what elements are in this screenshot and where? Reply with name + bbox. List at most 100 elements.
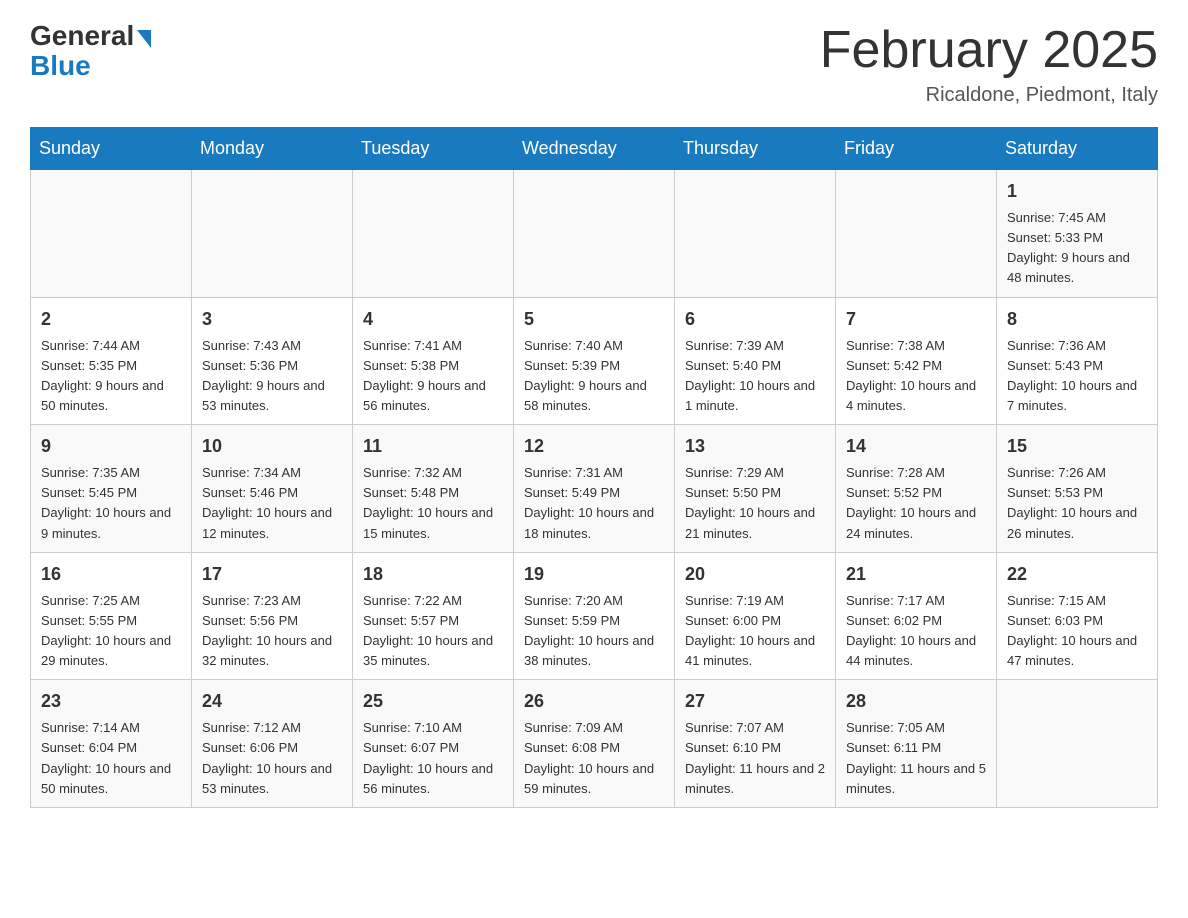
day-number: 12 (524, 433, 664, 460)
calendar-week-row: 1Sunrise: 7:45 AMSunset: 5:33 PMDaylight… (31, 170, 1158, 298)
col-monday: Monday (192, 128, 353, 170)
logo-general-text: General (30, 20, 134, 52)
table-row: 21 Sunrise: 7:17 AMSunset: 6:02 PMDayligh… (836, 552, 997, 680)
day-info: Sunrise: 7:14 AMSunset: 6:04 PMDaylight:… (41, 718, 181, 799)
table-row: 27Sunrise: 7:07 AMSunset: 6:10 PMDayligh… (675, 680, 836, 808)
day-info: Sunrise: 7:32 AMSunset: 5:48 PMDaylight:… (363, 463, 503, 544)
col-tuesday: Tuesday (353, 128, 514, 170)
table-row: 6 Sunrise: 7:39 AMSunset: 5:40 PMDaylight… (675, 297, 836, 425)
title-section: February 2025 Ricaldone, Piedmont, Italy (820, 20, 1158, 107)
table-row: 24 Sunrise: 7:12 AMSunset: 6:06 PMDayligh… (192, 680, 353, 808)
day-number: 21 (846, 561, 986, 588)
day-number: 22 (1007, 561, 1147, 588)
day-number: 20 (685, 561, 825, 588)
col-friday: Friday (836, 128, 997, 170)
day-number: 17 (202, 561, 342, 588)
location-subtitle: Ricaldone, Piedmont, Italy (820, 84, 1158, 107)
table-row (31, 170, 192, 298)
day-number: 8 (1007, 306, 1147, 333)
day-info: Sunrise: 7:20 AMSunset: 5:59 PMDaylight:… (524, 591, 664, 672)
day-info: Sunrise: 7:26 AMSunset: 5:53 PMDaylight:… (1007, 463, 1147, 544)
table-row: 11 Sunrise: 7:32 AMSunset: 5:48 PMDayligh… (353, 425, 514, 553)
day-info: Sunrise: 7:23 AMSunset: 5:56 PMDaylight:… (202, 591, 342, 672)
day-number: 18 (363, 561, 503, 588)
table-row: 14 Sunrise: 7:28 AMSunset: 5:52 PMDayligh… (836, 425, 997, 553)
day-info: Sunrise: 7:36 AMSunset: 5:43 PMDaylight:… (1007, 336, 1147, 417)
day-number: 25 (363, 688, 503, 715)
day-info: Sunrise: 7:39 AMSunset: 5:40 PMDaylight:… (685, 336, 825, 417)
day-number: 13 (685, 433, 825, 460)
table-row: 20 Sunrise: 7:19 AMSunset: 6:00 PMDayligh… (675, 552, 836, 680)
day-info: Sunrise: 7:25 AMSunset: 5:55 PMDaylight:… (41, 591, 181, 672)
table-row: 12 Sunrise: 7:31 AMSunset: 5:49 PMDayligh… (514, 425, 675, 553)
day-number: 3 (202, 306, 342, 333)
day-info: Sunrise: 7:31 AMSunset: 5:49 PMDaylight:… (524, 463, 664, 544)
day-info: Sunrise: 7:34 AMSunset: 5:46 PMDaylight:… (202, 463, 342, 544)
day-number: 2 (41, 306, 181, 333)
day-number: 28 (846, 688, 986, 715)
table-row: 2 Sunrise: 7:44 AMSunset: 5:35 PMDaylight… (31, 297, 192, 425)
day-number: 27 (685, 688, 825, 715)
day-number: 5 (524, 306, 664, 333)
table-row: 28 Sunrise: 7:05 AMSunset: 6:11 PMDayligh… (836, 680, 997, 808)
day-number: 15 (1007, 433, 1147, 460)
table-row: 5 Sunrise: 7:40 AMSunset: 5:39 PMDaylight… (514, 297, 675, 425)
day-info: Sunrise: 7:38 AMSunset: 5:42 PMDaylight:… (846, 336, 986, 417)
day-number: 23 (41, 688, 181, 715)
day-number: 11 (363, 433, 503, 460)
day-number: 4 (363, 306, 503, 333)
table-row: 9 Sunrise: 7:35 AMSunset: 5:45 PMDaylight… (31, 425, 192, 553)
table-row (675, 170, 836, 298)
day-number: 16 (41, 561, 181, 588)
day-info: Sunrise: 7:35 AMSunset: 5:45 PMDaylight:… (41, 463, 181, 544)
day-info: Sunrise: 7:43 AMSunset: 5:36 PMDaylight:… (202, 336, 342, 417)
logo-arrow-icon (137, 30, 151, 48)
table-row: 22 Sunrise: 7:15 AMSunset: 6:03 PMDayligh… (997, 552, 1158, 680)
table-row (514, 170, 675, 298)
table-row: 15 Sunrise: 7:26 AMSunset: 5:53 PMDayligh… (997, 425, 1158, 553)
day-info: Sunrise: 7:09 AMSunset: 6:08 PMDaylight:… (524, 718, 664, 799)
table-row (353, 170, 514, 298)
day-info: Sunrise: 7:45 AMSunset: 5:33 PMDaylight:… (1007, 208, 1147, 289)
day-info: Sunrise: 7:10 AMSunset: 6:07 PMDaylight:… (363, 718, 503, 799)
day-info: Sunrise: 7:29 AMSunset: 5:50 PMDaylight:… (685, 463, 825, 544)
logo-blue-text: Blue (30, 50, 91, 82)
day-number: 9 (41, 433, 181, 460)
day-number: 14 (846, 433, 986, 460)
calendar-week-row: 16 Sunrise: 7:25 AMSunset: 5:55 PMDayligh… (31, 552, 1158, 680)
table-row: 13 Sunrise: 7:29 AMSunset: 5:50 PMDayligh… (675, 425, 836, 553)
calendar-week-row: 9 Sunrise: 7:35 AMSunset: 5:45 PMDaylight… (31, 425, 1158, 553)
day-number: 26 (524, 688, 664, 715)
calendar-week-row: 2 Sunrise: 7:44 AMSunset: 5:35 PMDaylight… (31, 297, 1158, 425)
calendar-week-row: 23 Sunrise: 7:14 AMSunset: 6:04 PMDayligh… (31, 680, 1158, 808)
calendar-header-row: Sunday Monday Tuesday Wednesday Thursday… (31, 128, 1158, 170)
col-wednesday: Wednesday (514, 128, 675, 170)
day-info: Sunrise: 7:05 AMSunset: 6:11 PMDaylight:… (846, 718, 986, 799)
table-row (192, 170, 353, 298)
day-number: 6 (685, 306, 825, 333)
day-info: Sunrise: 7:28 AMSunset: 5:52 PMDaylight:… (846, 463, 986, 544)
day-info: Sunrise: 7:44 AMSunset: 5:35 PMDaylight:… (41, 336, 181, 417)
table-row: 18 Sunrise: 7:22 AMSunset: 5:57 PMDayligh… (353, 552, 514, 680)
table-row: 3 Sunrise: 7:43 AMSunset: 5:36 PMDaylight… (192, 297, 353, 425)
day-info: Sunrise: 7:17 AMSunset: 6:02 PMDaylight:… (846, 591, 986, 672)
day-info: Sunrise: 7:19 AMSunset: 6:00 PMDaylight:… (685, 591, 825, 672)
day-number: 24 (202, 688, 342, 715)
day-info: Sunrise: 7:22 AMSunset: 5:57 PMDaylight:… (363, 591, 503, 672)
table-row: 23 Sunrise: 7:14 AMSunset: 6:04 PMDayligh… (31, 680, 192, 808)
day-number: 10 (202, 433, 342, 460)
table-row (997, 680, 1158, 808)
day-info: Sunrise: 7:12 AMSunset: 6:06 PMDaylight:… (202, 718, 342, 799)
table-row: 26 Sunrise: 7:09 AMSunset: 6:08 PMDayligh… (514, 680, 675, 808)
day-number: 7 (846, 306, 986, 333)
day-info: Sunrise: 7:40 AMSunset: 5:39 PMDaylight:… (524, 336, 664, 417)
day-info: Sunrise: 7:15 AMSunset: 6:03 PMDaylight:… (1007, 591, 1147, 672)
table-row: 25 Sunrise: 7:10 AMSunset: 6:07 PMDayligh… (353, 680, 514, 808)
table-row: 7 Sunrise: 7:38 AMSunset: 5:42 PMDaylight… (836, 297, 997, 425)
day-info: Sunrise: 7:41 AMSunset: 5:38 PMDaylight:… (363, 336, 503, 417)
table-row: 17 Sunrise: 7:23 AMSunset: 5:56 PMDayligh… (192, 552, 353, 680)
table-row: 8 Sunrise: 7:36 AMSunset: 5:43 PMDaylight… (997, 297, 1158, 425)
table-row: 1Sunrise: 7:45 AMSunset: 5:33 PMDaylight… (997, 170, 1158, 298)
table-row: 19Sunrise: 7:20 AMSunset: 5:59 PMDayligh… (514, 552, 675, 680)
month-title: February 2025 (820, 20, 1158, 80)
